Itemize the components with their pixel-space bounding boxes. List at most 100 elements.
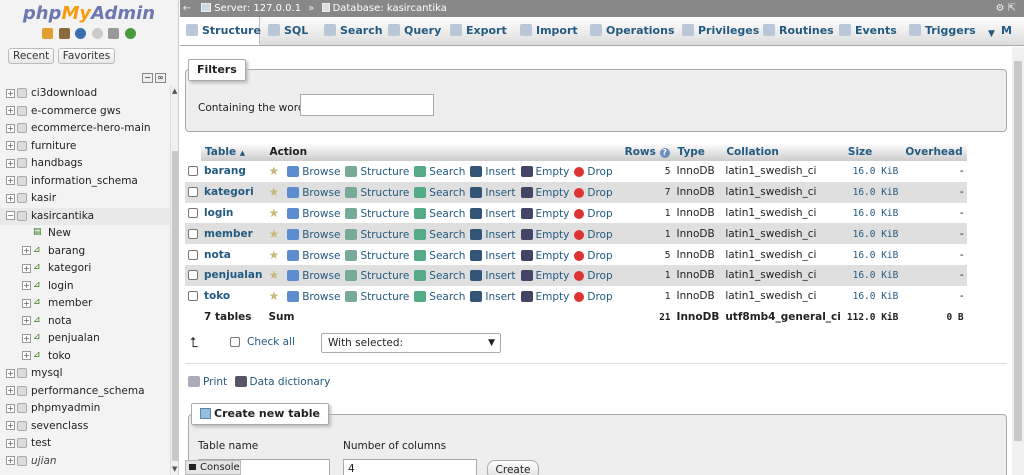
filter-input[interactable] [300,94,434,116]
sidebar-database-item[interactable]: + ujian [0,453,170,471]
breadcrumb-database[interactable]: Database: kasircantika [333,3,447,14]
action-search[interactable]: Search [414,187,465,199]
expand-icon[interactable]: + [6,421,15,430]
tab-search[interactable]: Search [324,17,383,45]
expand-icon[interactable]: + [6,106,15,115]
sidebar-database-item[interactable]: + furniture [0,138,170,156]
reload-icon[interactable] [124,28,136,39]
action-drop[interactable]: Drop [574,187,613,199]
action-structure[interactable]: Structure [345,291,409,303]
minimize-icon[interactable]: ⇱ [1008,3,1016,14]
action-insert[interactable]: Insert [470,291,516,303]
sidebar-database-item[interactable]: + performance_schema [0,383,170,401]
size-link[interactable]: 16.0 KiB [853,250,899,261]
check-all-label[interactable]: Check all [247,336,295,348]
sidebar-table-item[interactable]: + ⊿ barang [0,243,170,261]
action-structure[interactable]: Structure [345,187,409,199]
sidebar-scrollbar[interactable]: ▲ ▼ [170,85,178,475]
expand-icon[interactable]: + [6,368,15,378]
scroll-down-icon[interactable]: ▼ [172,465,177,473]
header-collation[interactable]: Collation [722,143,844,161]
action-browse[interactable]: Browse [287,270,340,282]
phpmyadmin-logo[interactable]: phpMyAdmin [0,0,178,26]
expand-icon[interactable]: + [6,403,15,413]
favorites-button[interactable]: Favorites [57,48,116,64]
action-search[interactable]: Search [414,207,465,220]
with-selected-select[interactable]: With selected: ▼ [321,333,501,353]
row-checkbox[interactable] [188,270,198,281]
table-name-link[interactable]: toko [204,290,230,302]
logout-icon[interactable] [58,28,70,39]
expand-icon[interactable]: + [22,246,31,255]
help-icon[interactable]: ? [659,148,670,158]
data-dictionary-link[interactable]: Data dictionary [250,376,331,388]
favorite-star-icon[interactable]: ★ [268,227,279,241]
expand-icon[interactable]: + [22,351,31,360]
expand-icon[interactable]: + [6,141,15,150]
action-search[interactable]: Search [414,270,465,282]
tab-routines[interactable]: Routines [763,17,834,45]
action-search[interactable]: Search [414,291,465,303]
scroll-up-icon[interactable]: ▲ [172,87,177,95]
row-checkbox[interactable] [188,249,198,260]
header-table[interactable]: Table ▲ [201,143,266,161]
expand-icon[interactable]: + [22,281,31,290]
action-empty[interactable]: Empty [520,291,569,303]
gear-icon[interactable]: ⚙ [995,3,1004,14]
tab-privileges[interactable]: Privileges [682,17,759,45]
row-checkbox[interactable] [188,207,198,218]
action-drop[interactable]: Drop [574,229,613,241]
action-search[interactable]: Search [414,228,465,241]
console-toggle[interactable]: Console [185,460,241,475]
expand-icon[interactable]: + [6,176,15,185]
expand-icon[interactable]: + [6,456,15,465]
action-empty[interactable]: Empty [520,270,569,282]
sidebar-database-item[interactable]: + ecommerce-hero-main [0,120,170,138]
action-empty[interactable]: Empty [520,166,569,178]
action-structure[interactable]: Structure [345,166,409,178]
tab-export[interactable]: Export [450,17,507,45]
action-insert[interactable]: Insert [470,166,516,178]
expand-icon[interactable]: + [6,438,15,448]
sidebar-database-item[interactable]: + mysql [0,365,170,383]
action-insert[interactable]: Insert [470,187,516,199]
sidebar-table-item[interactable]: + ⊿ kategori [0,260,170,278]
action-structure[interactable]: Structure [345,228,409,241]
tab-triggers[interactable]: Triggers [909,17,976,45]
recent-button[interactable]: Recent [8,48,55,64]
action-insert[interactable]: Insert [470,249,516,262]
expand-icon[interactable]: + [6,158,15,168]
size-link[interactable]: 16.0 KiB [853,270,899,281]
size-link[interactable]: 16.0 KiB [853,166,899,177]
row-checkbox[interactable] [188,291,198,302]
sidebar-database-item[interactable]: + ci3download [0,85,170,103]
action-drop[interactable]: Drop [574,270,613,282]
action-structure[interactable]: Structure [345,207,409,220]
header-rows[interactable]: Rows ? [620,143,674,161]
action-insert[interactable]: Insert [470,228,516,241]
tab-m[interactable]: ▼ M [988,17,1012,45]
expand-icon[interactable]: + [22,316,31,325]
action-insert[interactable]: Insert [470,270,516,282]
sidebar-database-item[interactable]: + test [0,435,170,453]
sidebar-database-item[interactable]: + phpmyadmin [0,400,170,418]
sidebar-database-item[interactable]: + handbags [0,155,170,173]
tab-structure[interactable]: Structure [180,17,261,45]
create-button[interactable]: Create [487,460,539,475]
expand-icon[interactable]: + [22,263,31,273]
sidebar-database-item[interactable]: + information_schema [0,173,170,191]
expand-icon[interactable]: + [6,88,15,98]
page-scroll-thumb[interactable] [1014,61,1022,441]
action-browse[interactable]: Browse [287,249,340,262]
sidebar-database-item[interactable]: + kasir [0,190,170,208]
action-browse[interactable]: Browse [287,187,340,199]
size-link[interactable]: 16.0 KiB [853,229,899,240]
favorite-star-icon[interactable]: ★ [268,289,279,303]
action-structure[interactable]: Structure [345,249,409,262]
action-drop[interactable]: Drop [574,166,613,178]
print-link[interactable]: Print [203,376,227,388]
table-name-link[interactable]: nota [204,249,231,261]
favorite-star-icon[interactable]: ★ [268,185,279,199]
tab-events[interactable]: Events [839,17,897,45]
header-type[interactable]: Type [673,143,723,161]
